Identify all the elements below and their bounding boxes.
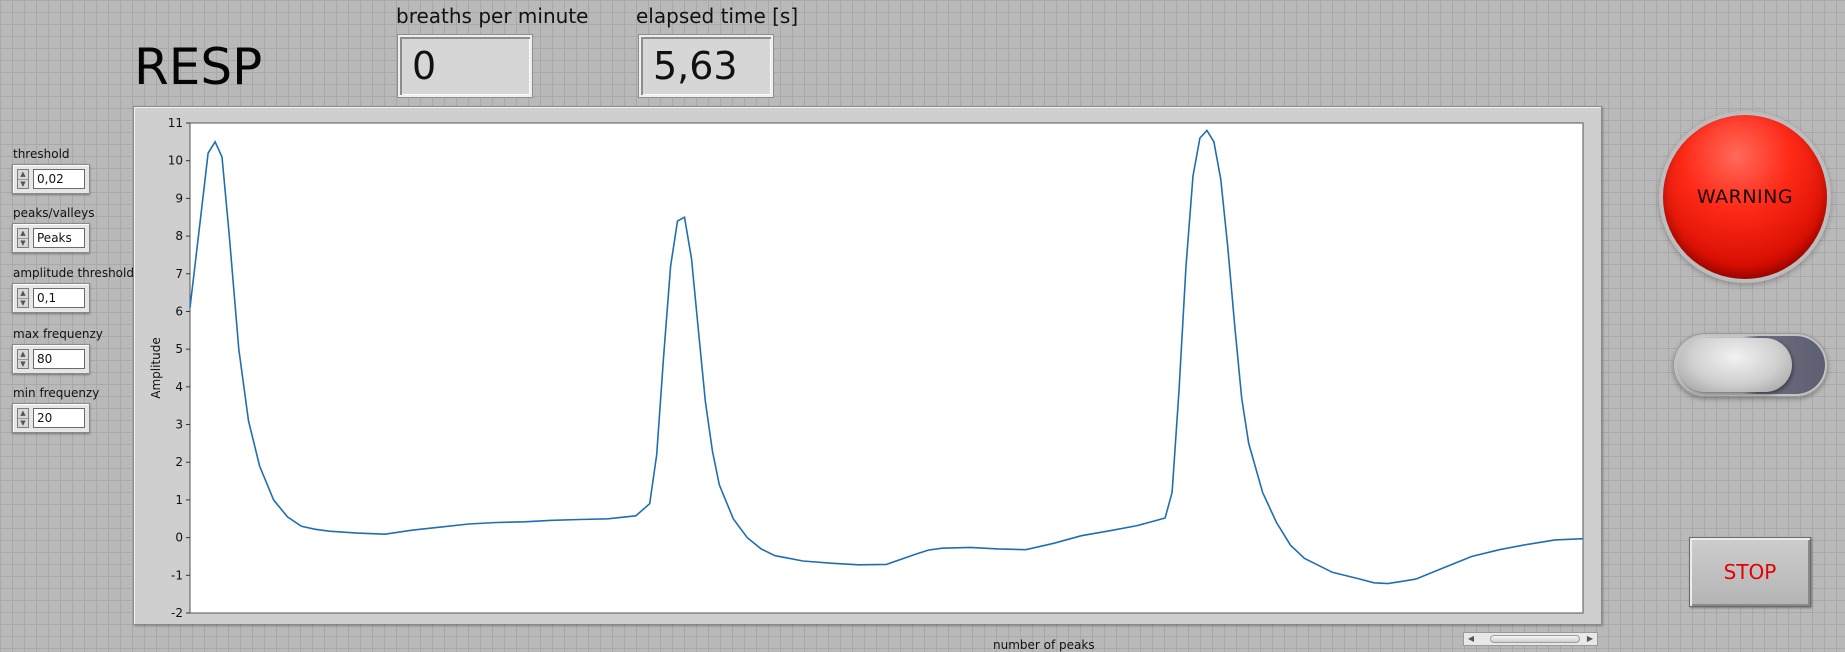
scrollbar-thumb[interactable] (1490, 635, 1580, 643)
warning-led-label: WARNING (1696, 186, 1794, 208)
toggle-switch[interactable] (1673, 333, 1828, 397)
warning-led-lamp: WARNING (1663, 115, 1827, 279)
y-tick-label: -2 (171, 606, 183, 620)
plot-area (189, 122, 1584, 614)
scroll-left-icon[interactable]: ◀ (1465, 633, 1477, 645)
scroll-right-icon[interactable]: ▶ (1584, 633, 1596, 645)
y-tick-label: 4 (175, 380, 183, 394)
y-tick-label: 0 (175, 531, 183, 545)
y-tick-label: 5 (175, 342, 183, 356)
y-tick-label: 1 (175, 493, 183, 507)
y-tick-label: 10 (168, 154, 183, 168)
stop-button[interactable]: STOP (1689, 537, 1811, 607)
y-tick-label: 9 (175, 191, 183, 205)
y-tick-label: 11 (168, 116, 183, 130)
y-tick-label: 8 (175, 229, 183, 243)
toggle-knob[interactable] (1678, 338, 1792, 392)
y-tick-label: 2 (175, 455, 183, 469)
y-tick-label: -1 (171, 568, 183, 582)
toggle-track[interactable] (1676, 336, 1825, 394)
y-tick-label: 6 (175, 304, 183, 318)
y-axis-label: Amplitude (149, 337, 163, 399)
warning-led: WARNING (1659, 111, 1831, 283)
waveform-chart: 11109876543210-1-2 Amplitude (149, 116, 1584, 620)
y-tick-label: 7 (175, 267, 183, 281)
y-tick-label: 3 (175, 418, 183, 432)
stop-button-label: STOP (1723, 560, 1777, 584)
x-axis-label: number of peaks (993, 638, 1095, 652)
graph-scrollbar[interactable]: ◀ ▶ (1463, 632, 1598, 646)
